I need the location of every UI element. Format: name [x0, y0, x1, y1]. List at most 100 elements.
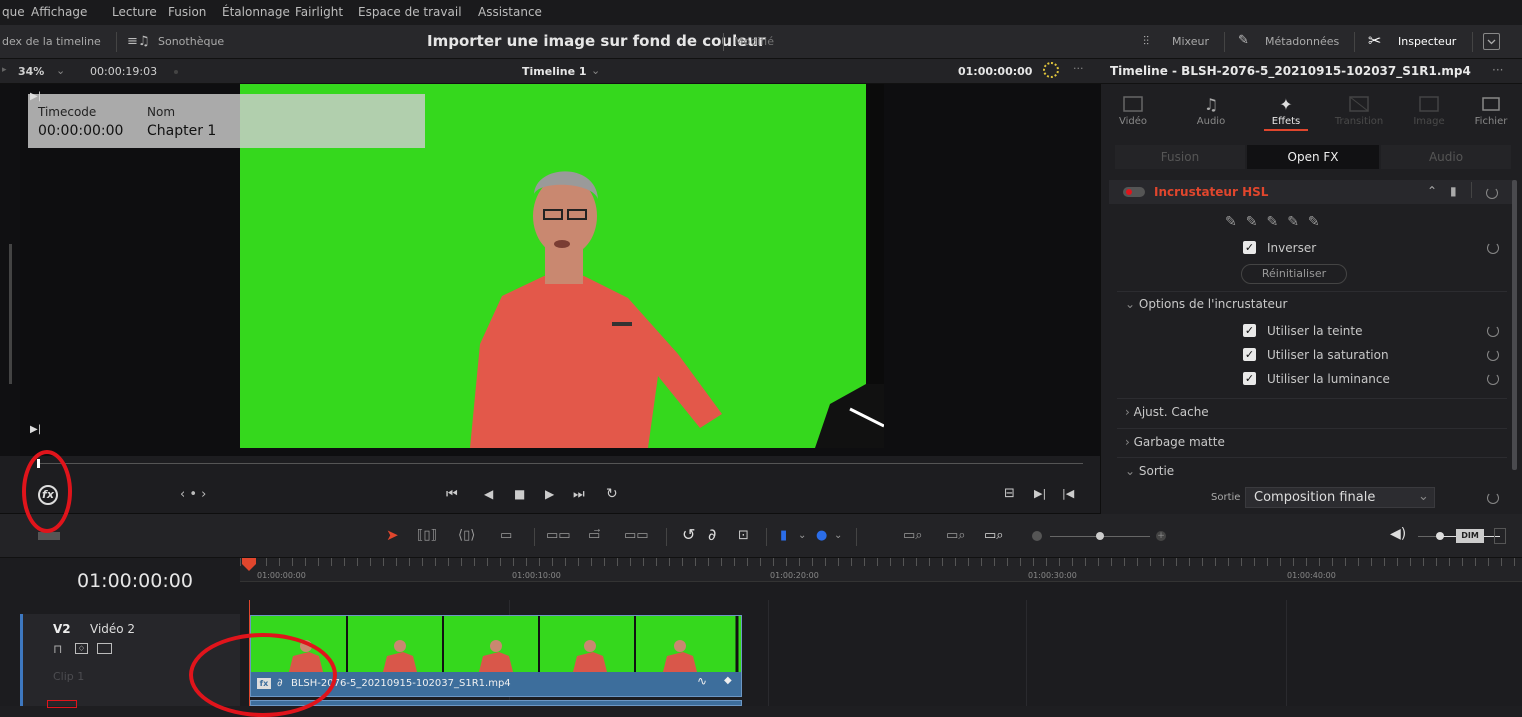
menu-item-workspace[interactable]: Espace de travail: [358, 5, 462, 19]
timeline-index-button[interactable]: dex de la timeline: [2, 35, 101, 48]
disable-track-icon[interactable]: [97, 643, 112, 654]
menu-item-fairlight[interactable]: Fairlight: [295, 5, 343, 19]
zoom-full-icon[interactable]: ▭⌕: [903, 528, 923, 543]
mark-in-icon[interactable]: ▶|: [1034, 487, 1046, 500]
auto-select-icon[interactable]: ◇: [75, 643, 88, 654]
volume-knob[interactable]: [1436, 532, 1444, 540]
use-saturation-checkbox[interactable]: ✓: [1243, 348, 1256, 361]
trim-tool-icon[interactable]: ⟦▯⟧: [417, 528, 437, 543]
separator: [1117, 291, 1507, 292]
menu-item-playback[interactable]: Lecture: [112, 5, 157, 19]
marker-dropdown-icon[interactable]: ⌄: [834, 530, 842, 541]
reset-output-icon[interactable]: [1487, 492, 1499, 504]
curve-icon[interactable]: ∿: [697, 674, 707, 688]
tab-file[interactable]: Fichier: [1461, 92, 1521, 127]
tab-effects[interactable]: ✦ Effets: [1256, 92, 1316, 131]
timeline-view-options-icon[interactable]: [38, 532, 60, 540]
expand-panel-button[interactable]: [1483, 33, 1500, 50]
blade-tool-icon[interactable]: ▭: [500, 528, 512, 543]
menu-item-view[interactable]: Affichage: [31, 5, 87, 19]
lock-track-icon[interactable]: ⊓: [53, 642, 62, 656]
zoom-custom-icon[interactable]: ▭⌕: [984, 528, 1004, 543]
dim-button[interactable]: DIM: [1456, 529, 1484, 543]
dynamic-trim-icon[interactable]: ⟨▯⟩: [458, 528, 475, 543]
more-options-icon[interactable]: ···: [1073, 62, 1084, 75]
overwrite-clip-icon[interactable]: ▭⃗: [588, 528, 600, 543]
reset-luminance-icon[interactable]: [1487, 373, 1499, 385]
snapping-icon[interactable]: ↺: [682, 525, 695, 544]
trash-icon[interactable]: ▮: [1450, 184, 1457, 198]
link-icon[interactable]: ∂: [708, 525, 716, 544]
reset-saturation-icon[interactable]: [1487, 349, 1499, 361]
track-name[interactable]: Vidéo 2: [90, 622, 135, 636]
zoom-dropdown-icon[interactable]: ⌄: [56, 64, 65, 77]
tab-video[interactable]: Vidéo: [1103, 92, 1163, 127]
zoom-in-icon[interactable]: +: [1156, 531, 1166, 541]
timeline-name[interactable]: Timeline 1: [522, 65, 587, 78]
keyer-options-header[interactable]: ⌄ Options de l'incrustateur: [1125, 297, 1287, 311]
video-viewer[interactable]: Timecode Nom 00:00:00:00 Chapter 1 ▶| ▶|: [0, 84, 1100, 456]
inspector-button[interactable]: Inspecteur: [1398, 35, 1456, 48]
subtab-open-fx[interactable]: Open FX: [1247, 145, 1379, 169]
color-effect-icon[interactable]: [1043, 62, 1059, 78]
menu-item-color[interactable]: Étalonnage: [222, 5, 290, 19]
marker-icon[interactable]: ●: [816, 528, 827, 543]
invert-checkbox[interactable]: ✓: [1243, 241, 1256, 254]
reset-invert-icon[interactable]: [1487, 242, 1499, 254]
sound-library-button[interactable]: Sonothèque: [158, 35, 224, 48]
metadata-button[interactable]: Métadonnées: [1265, 35, 1339, 48]
collapse-arrow-icon[interactable]: ▸: [2, 65, 7, 75]
scrub-bar[interactable]: [0, 456, 1100, 478]
insert-clip-icon[interactable]: ▭▭: [546, 528, 571, 543]
playhead-icon[interactable]: [242, 558, 258, 572]
tab-audio[interactable]: ♫ Audio: [1181, 92, 1241, 128]
use-luminance-checkbox[interactable]: ✓: [1243, 372, 1256, 385]
match-frame-icon[interactable]: ⊟: [1004, 486, 1015, 501]
timeline-ruler[interactable]: 01:00:00:00 01:00:10:00 01:00:20:00 01:0…: [240, 558, 1522, 582]
replace-clip-icon[interactable]: ▭▭: [624, 528, 649, 543]
collapse-icon[interactable]: ⌃: [1427, 184, 1437, 198]
zoom-out-icon[interactable]: [1032, 531, 1042, 541]
menu-item-workspace-partial[interactable]: que: [2, 5, 25, 19]
menu-item-help[interactable]: Assistance: [478, 5, 542, 19]
position-lock-icon[interactable]: ⊡: [738, 528, 749, 543]
flag-dropdown-icon[interactable]: ⌄: [798, 530, 806, 541]
mixer-button[interactable]: Mixeur: [1172, 35, 1209, 48]
ajust-cache-header[interactable]: › Ajust. Cache: [1125, 405, 1209, 419]
stop-icon[interactable]: ■: [514, 487, 525, 501]
viewer-timecode[interactable]: 01:00:00:00: [958, 65, 1032, 78]
output-section-header[interactable]: ⌄ Sortie: [1125, 464, 1174, 478]
reset-hue-icon[interactable]: [1487, 325, 1499, 337]
more-options-icon[interactable]: ···: [1492, 63, 1503, 77]
clip-nav[interactable]: ‹ • ›: [180, 487, 206, 502]
eyedropper-tools[interactable]: ✎✎✎✎✎: [1225, 214, 1329, 230]
inspector-scrollbar[interactable]: [1512, 180, 1517, 470]
viewer-scroll-handle[interactable]: [9, 244, 12, 384]
go-to-end-transport-icon[interactable]: ⏭: [573, 487, 585, 502]
menu-item-fusion[interactable]: Fusion: [168, 5, 206, 19]
output-dropdown[interactable]: Composition finale ⌄: [1245, 487, 1435, 508]
zoom-level[interactable]: 34%: [18, 65, 44, 78]
mark-out-icon[interactable]: |◀: [1062, 487, 1074, 500]
go-to-end-icon[interactable]: ▶|: [30, 424, 41, 435]
play-reverse-icon[interactable]: ◀: [484, 487, 493, 501]
garbage-matte-header[interactable]: › Garbage matte: [1125, 435, 1225, 449]
flag-icon[interactable]: ▮: [780, 528, 787, 543]
volume-icon[interactable]: ◀): [1390, 526, 1406, 542]
loop-icon[interactable]: ↻: [606, 486, 618, 502]
video-clip-v1[interactable]: [250, 700, 742, 706]
play-icon[interactable]: ▶: [545, 487, 554, 501]
reset-button[interactable]: Réinitialiser: [1241, 264, 1347, 284]
selection-tool-icon[interactable]: ➤: [386, 526, 399, 544]
use-hue-checkbox[interactable]: ✓: [1243, 324, 1256, 337]
zoom-slider-knob[interactable]: [1096, 532, 1104, 540]
go-to-end-icon[interactable]: ▶|: [30, 91, 41, 102]
scrub-track[interactable]: [38, 463, 1083, 464]
zoom-detail-icon[interactable]: ▭⌕: [946, 528, 966, 543]
timeline-dropdown-icon[interactable]: ⌄: [591, 64, 600, 77]
keyframe-icon[interactable]: ◆: [724, 675, 732, 686]
timeline-current-timecode[interactable]: 01:00:00:00: [77, 570, 193, 592]
reset-effect-icon[interactable]: [1486, 187, 1498, 199]
go-to-start-icon[interactable]: ⏮: [446, 487, 458, 502]
effect-toggle[interactable]: [1123, 187, 1145, 197]
